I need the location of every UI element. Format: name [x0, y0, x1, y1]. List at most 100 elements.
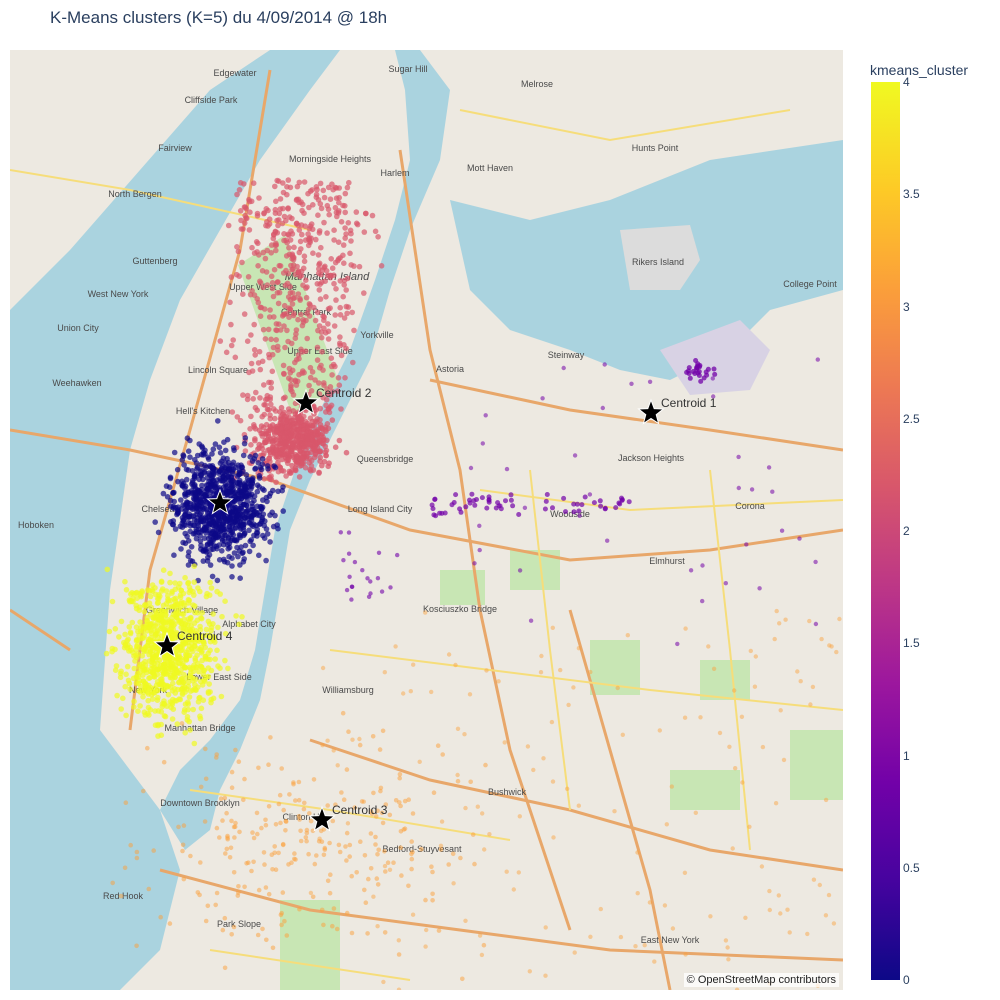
cluster-point: [220, 519, 226, 526]
cluster-point: [299, 207, 305, 214]
cluster-point: [700, 563, 705, 568]
cluster-point: [299, 460, 305, 466]
cluster-point: [259, 446, 266, 452]
cluster-point: [436, 928, 442, 933]
cluster-point: [197, 496, 204, 502]
cluster-point: [188, 544, 195, 550]
cluster-point: [316, 261, 322, 268]
cluster-point: [207, 483, 214, 490]
cluster-point: [252, 352, 258, 358]
cluster-point: [142, 687, 148, 694]
cluster-point: [819, 636, 824, 642]
cluster-point: [273, 447, 279, 453]
cluster-point: [451, 881, 456, 886]
cluster-point: [254, 510, 260, 516]
map-area[interactable]: Sugar Hill Melrose Edgewater Cliffside Park…: [10, 50, 843, 990]
cluster-point: [327, 840, 332, 846]
cluster-point: [299, 349, 306, 355]
cluster-point: [797, 536, 802, 541]
cluster-point: [112, 667, 119, 673]
cluster-point: [325, 405, 332, 412]
cluster-point: [712, 371, 718, 377]
cluster-point: [230, 445, 237, 451]
cluster-point: [360, 568, 365, 573]
cluster-point: [127, 686, 133, 692]
cluster-point: [347, 250, 353, 257]
cluster-point: [150, 614, 156, 621]
cluster-point: [229, 574, 235, 580]
cluster-point: [325, 425, 332, 432]
cluster-point: [341, 315, 348, 321]
cluster-point: [124, 663, 131, 670]
cluster-point: [732, 688, 737, 693]
map-canvas[interactable]: Sugar Hill Melrose Edgewater Cliffside Park…: [10, 50, 843, 990]
green-space: [590, 640, 640, 695]
cluster-point: [301, 253, 308, 259]
cluster-point: [182, 574, 188, 581]
cluster-point: [144, 624, 150, 631]
cluster-point: [319, 425, 325, 432]
colorbar-title: kmeans_cluster: [870, 62, 969, 78]
cluster-point: [153, 650, 160, 656]
cluster-point: [257, 366, 264, 373]
cluster-point: [210, 611, 216, 617]
cluster-point: [312, 861, 318, 867]
cluster-point: [239, 614, 245, 620]
cluster-point: [241, 311, 248, 317]
cluster-point: [179, 611, 185, 617]
cluster-point: [161, 713, 168, 719]
cluster-point: [210, 695, 217, 702]
cluster-point: [693, 810, 698, 815]
cluster-point: [141, 788, 146, 794]
cluster-point: [588, 669, 593, 675]
cluster-point: [306, 382, 312, 389]
cluster-point: [261, 487, 267, 494]
cluster-point: [291, 244, 297, 251]
cluster-point: [223, 349, 230, 356]
cluster-point: [349, 584, 355, 589]
cluster-point: [145, 697, 151, 704]
cluster-point: [200, 558, 207, 564]
cluster-point: [337, 304, 344, 311]
cluster-point: [613, 505, 619, 511]
cluster-point: [273, 428, 280, 434]
cluster-point: [293, 382, 300, 388]
cluster-point: [298, 828, 303, 834]
map-place-label: Fairview: [158, 143, 192, 153]
cluster-point: [252, 426, 259, 432]
cluster-point: [197, 532, 203, 539]
cluster-point: [104, 566, 111, 573]
cluster-point: [146, 886, 152, 892]
cluster-point: [220, 927, 226, 933]
cluster-point: [299, 201, 306, 208]
cluster-point: [217, 835, 222, 840]
cluster-point: [270, 867, 275, 872]
cluster-point: [823, 913, 829, 918]
cluster-point: [182, 493, 189, 500]
cluster-point: [330, 923, 335, 929]
cluster-point: [527, 969, 532, 974]
cluster-point: [197, 472, 204, 478]
cluster-point: [177, 592, 184, 598]
cluster-point: [292, 377, 299, 384]
cluster-point: [280, 311, 287, 318]
cluster-point: [169, 660, 175, 667]
cluster-point: [323, 330, 329, 336]
cluster-point: [241, 440, 248, 447]
cluster-point: [217, 450, 224, 456]
cluster-point: [566, 702, 571, 708]
cluster-point: [331, 227, 337, 233]
cluster-point: [331, 748, 336, 753]
cluster-point: [288, 262, 294, 269]
cluster-point: [118, 618, 125, 625]
cluster-point: [325, 206, 332, 213]
cluster-point: [112, 626, 119, 632]
cluster-point: [333, 286, 339, 292]
cluster-point: [304, 838, 309, 844]
cluster-point: [370, 734, 376, 739]
cluster-point: [135, 651, 141, 657]
cluster-point: [203, 549, 210, 555]
cluster-point: [307, 374, 314, 381]
map-attribution[interactable]: © OpenStreetMap contributors: [683, 973, 839, 987]
cluster-point: [773, 801, 779, 806]
